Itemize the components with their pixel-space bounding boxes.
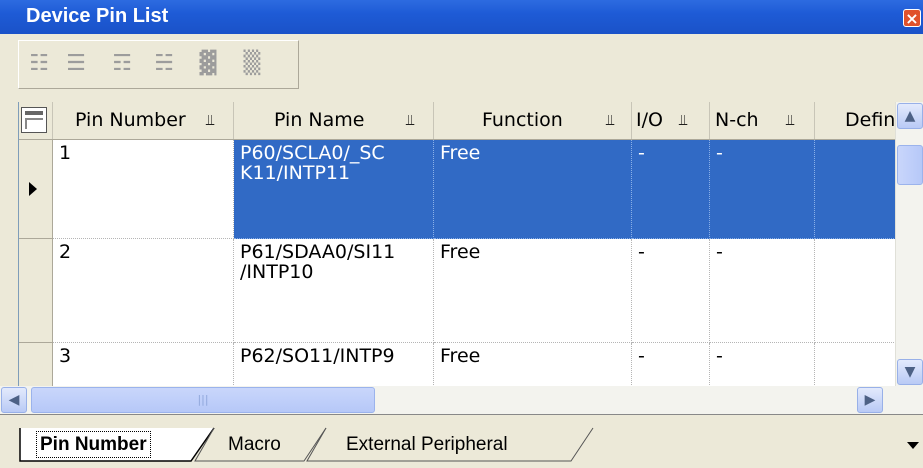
row-header[interactable]: [19, 140, 53, 239]
scroll-down-icon[interactable]: ▼: [897, 359, 923, 385]
column-header-pin-name[interactable]: Pin Name ⫫: [234, 102, 434, 139]
toolbar-icon-4[interactable]: ☵: [152, 51, 176, 77]
toolbar-icon-5[interactable]: ▓: [196, 51, 220, 77]
table-row[interactable]: 1 P60/SCLA0/_SC K11/INTP11 Free - -: [19, 140, 896, 239]
column-header-pin-number[interactable]: Pin Number ⫫: [53, 102, 234, 139]
cell-pin-name[interactable]: P60/SCLA0/_SC K11/INTP11: [234, 140, 434, 239]
column-label: N-ch: [715, 109, 759, 131]
current-row-arrow-icon: [29, 182, 37, 196]
cell-pin-name-line1: P60/SCLA0/_SC: [240, 142, 385, 164]
tab-external-peripheral[interactable]: External Peripheral: [346, 431, 508, 458]
toolbar-icon-6[interactable]: ▒: [240, 51, 264, 77]
cell-nch[interactable]: -: [710, 343, 815, 386]
cell-pin-number[interactable]: 3: [53, 343, 234, 386]
scroll-up-icon[interactable]: ▲: [897, 103, 923, 129]
column-header-defin[interactable]: Defin: [815, 102, 896, 139]
cell-pin-number[interactable]: 1: [53, 140, 234, 239]
column-header-nch[interactable]: N-ch ⫫: [710, 102, 815, 139]
cell-pin-number[interactable]: 2: [53, 239, 234, 343]
cell-pin-name-line2: K11/INTP11: [240, 162, 351, 184]
grid-header: Pin Number ⫫ Pin Name ⫫ Function ⫫ I/O ⫫…: [19, 102, 896, 140]
tab-pin-number[interactable]: Pin Number: [36, 431, 151, 458]
title-bar[interactable]: Device Pin List ×: [0, 0, 923, 34]
cell-defin[interactable]: [815, 239, 896, 343]
row-header[interactable]: [19, 239, 53, 343]
table-row[interactable]: 3 P62/SO11/INTP9 Free - -: [19, 343, 896, 386]
tab-bar: Pin Number Macro External Peripheral: [0, 414, 923, 468]
tab-menu-chevron-down-icon[interactable]: [907, 442, 919, 449]
column-label: Pin Number: [75, 109, 186, 131]
vertical-scrollbar[interactable]: ▲ ▼: [895, 102, 923, 386]
column-label: Pin Name: [274, 109, 365, 131]
cell-io[interactable]: -: [632, 239, 710, 343]
grid-corner-icon: [21, 107, 47, 133]
cell-pin-name-line1: P62/SO11/INTP9: [240, 345, 395, 367]
cell-io[interactable]: -: [632, 343, 710, 386]
window-title: Device Pin List: [26, 5, 169, 27]
cell-function[interactable]: Free: [434, 343, 632, 386]
column-label: I/O: [636, 109, 663, 131]
cell-pin-name-line2: /INTP10: [240, 261, 314, 283]
cell-nch[interactable]: -: [710, 239, 815, 343]
cell-defin[interactable]: [815, 343, 896, 386]
toolbar-icon-2[interactable]: ☰: [64, 51, 88, 77]
column-header-function[interactable]: Function ⫫: [434, 102, 632, 139]
pin-icon[interactable]: ⫫: [606, 102, 614, 139]
horizontal-scrollbar[interactable]: ◀ ||| ▶: [0, 386, 923, 414]
row-header[interactable]: [19, 343, 53, 386]
cell-pin-name[interactable]: P61/SDAA0/SI11/INTP10: [234, 239, 434, 343]
vertical-scroll-thumb[interactable]: [897, 145, 923, 185]
pin-icon[interactable]: ⫫: [406, 102, 414, 139]
cell-defin[interactable]: [815, 140, 896, 239]
pin-icon[interactable]: ⫫: [679, 102, 687, 139]
toolbar-icon-1[interactable]: ☷: [27, 51, 51, 77]
column-label: Defin: [845, 109, 896, 131]
cell-function[interactable]: Free: [434, 239, 632, 343]
cell-pin-name[interactable]: P62/SO11/INTP9: [234, 343, 434, 386]
scroll-right-icon[interactable]: ▶: [857, 387, 883, 413]
cell-io[interactable]: -: [632, 140, 710, 239]
cell-nch[interactable]: -: [710, 140, 815, 239]
toolbar: ☷ ☰ ☶ ☵ ▓ ▒: [18, 40, 299, 89]
cell-function[interactable]: Free: [434, 140, 632, 239]
pin-grid: Pin Number ⫫ Pin Name ⫫ Function ⫫ I/O ⫫…: [18, 102, 923, 386]
scroll-left-icon[interactable]: ◀: [1, 387, 27, 413]
grid-corner[interactable]: [19, 102, 53, 139]
tab-macro[interactable]: Macro: [228, 431, 281, 458]
cell-pin-name-line1: P61/SDAA0/SI11: [240, 241, 396, 263]
toolbar-icon-3[interactable]: ☶: [110, 51, 134, 77]
column-label: Function: [482, 109, 563, 131]
column-header-io[interactable]: I/O ⫫: [632, 102, 710, 139]
pin-icon[interactable]: ⫫: [786, 102, 794, 139]
pin-icon[interactable]: ⫫: [206, 102, 214, 139]
horizontal-scroll-thumb[interactable]: |||: [31, 387, 375, 413]
device-pin-list-window: Device Pin List × ☷ ☰ ☶ ☵ ▓ ▒ Pin Number…: [0, 0, 923, 468]
table-row[interactable]: 2 P61/SDAA0/SI11/INTP10 Free - -: [19, 239, 896, 343]
close-icon[interactable]: ×: [903, 9, 921, 27]
